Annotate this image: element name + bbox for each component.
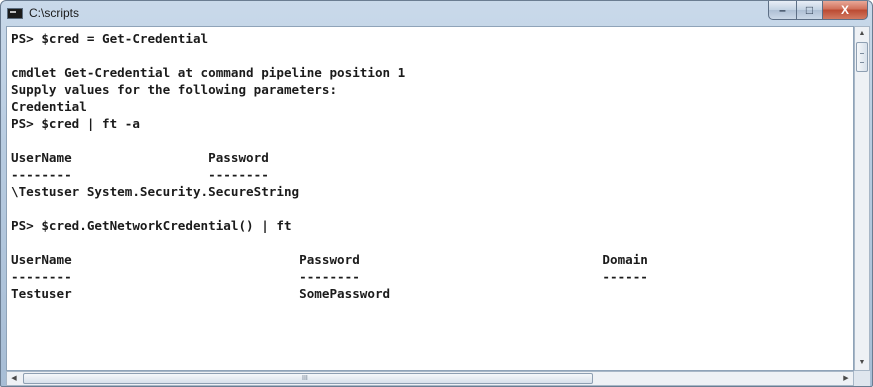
close-icon: X xyxy=(840,3,849,17)
grip-icon: III xyxy=(302,375,308,382)
console-line: PS> $cred.GetNetworkCredential() | ft xyxy=(11,218,292,233)
console-line: Credential xyxy=(11,99,87,114)
scroll-right-icon[interactable]: ▶ xyxy=(839,372,853,385)
scroll-up-icon[interactable]: ▲ xyxy=(855,27,869,41)
console-line: -------- -------- xyxy=(11,167,269,182)
console-line: UserName Password Domain xyxy=(11,252,648,267)
maximize-icon: □ xyxy=(805,3,814,17)
scroll-down-icon[interactable]: ▼ xyxy=(855,356,869,370)
console-line: -------- -------- ------ xyxy=(11,269,648,284)
console-line: \Testuser System.Security.SecureString xyxy=(11,184,300,199)
maximize-button[interactable]: □ xyxy=(796,1,823,20)
minimize-button[interactable]: – xyxy=(768,1,797,20)
grip-icon xyxy=(860,53,864,63)
console-output[interactable]: PS> $cred = Get-Credential cmdlet Get-Cr… xyxy=(6,26,854,371)
console-line: PS> $cred | ft -a xyxy=(11,116,140,131)
window-title: C:\scripts xyxy=(29,6,80,20)
console-icon xyxy=(7,8,23,19)
resize-corner[interactable] xyxy=(854,371,870,386)
minimize-icon: – xyxy=(779,3,786,17)
vertical-scrollbar[interactable]: ▲ ▼ xyxy=(854,26,870,371)
console-line: cmdlet Get-Credential at command pipelin… xyxy=(11,65,406,80)
console-line: PS> $cred = Get-Credential xyxy=(11,31,209,46)
vertical-scroll-thumb[interactable] xyxy=(856,42,868,72)
console-line: Supply values for the following paramete… xyxy=(11,82,338,97)
horizontal-scrollbar[interactable]: ◀ III ▶ xyxy=(6,371,854,386)
console-line: Testuser SomePassword xyxy=(11,286,391,301)
close-button[interactable]: X xyxy=(822,1,868,20)
title-bar[interactable]: C:\scripts – □ X xyxy=(1,1,872,25)
console-line: UserName Password xyxy=(11,150,269,165)
horizontal-scroll-thumb[interactable]: III xyxy=(23,373,593,384)
scroll-left-icon[interactable]: ◀ xyxy=(7,372,21,385)
console-window: C:\scripts – □ X PS> $cred = Get-Credent… xyxy=(0,0,873,387)
